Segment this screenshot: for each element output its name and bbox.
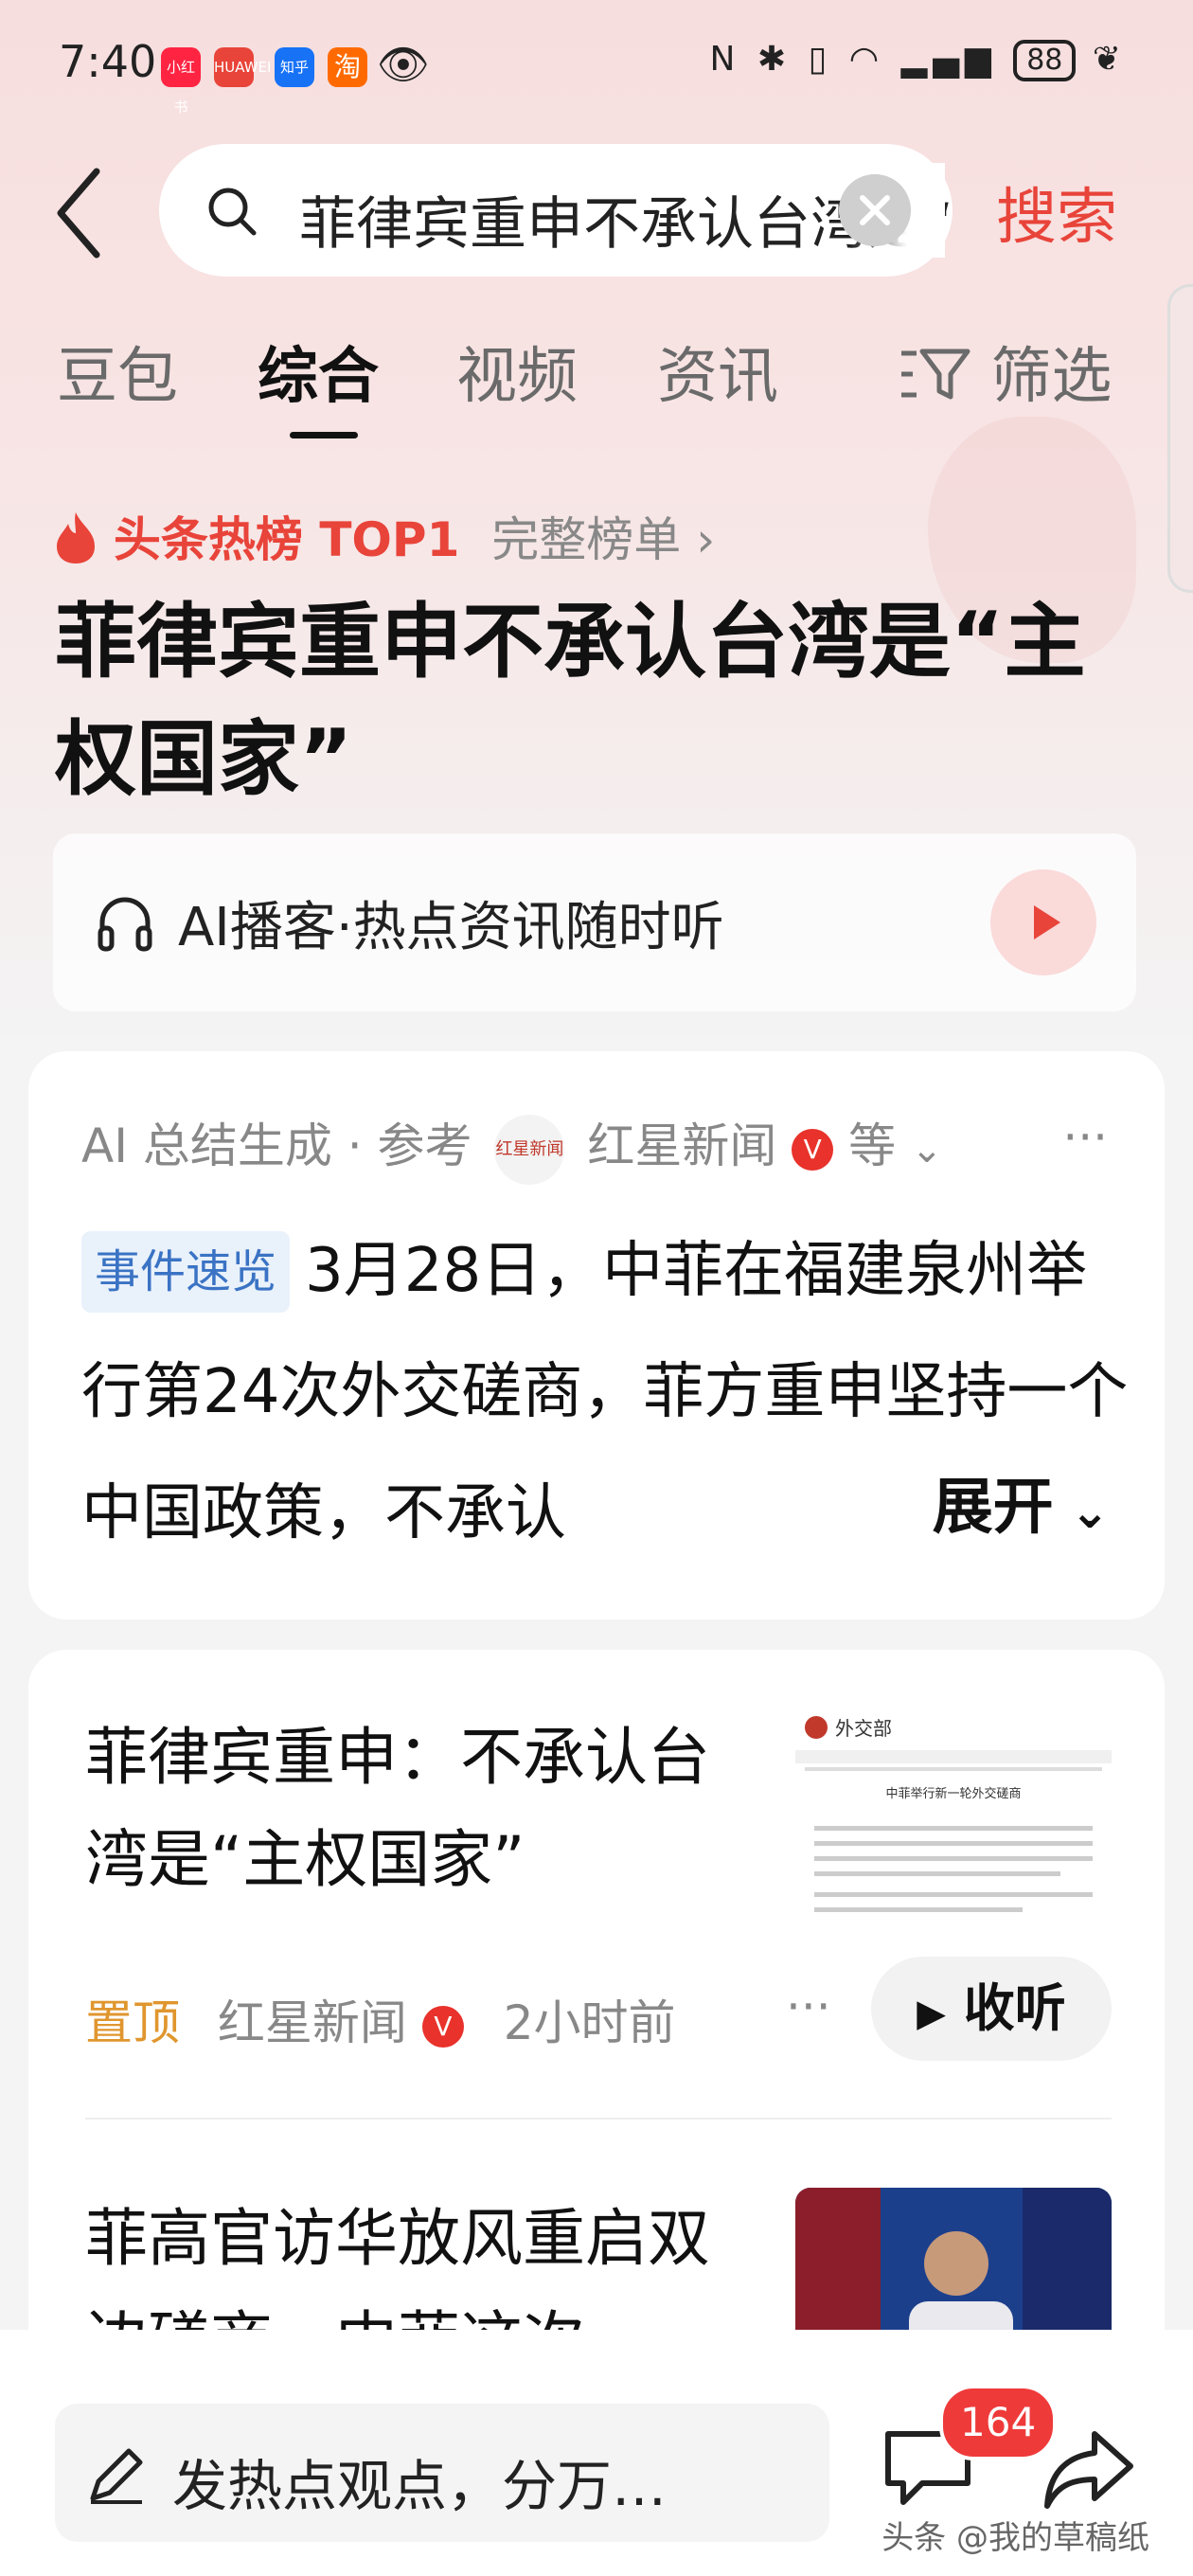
zhihu-app-icon: 知乎 [275, 47, 314, 87]
verified-badge-icon: V [792, 1128, 834, 1171]
clock: 7:40 [59, 36, 157, 87]
xiaohongshu-app-icon: 小红书 [161, 47, 201, 116]
hot-rank-tag: 头条热榜 TOP1 [113, 512, 460, 567]
clear-search-icon[interactable] [839, 174, 911, 246]
comment-count-badge: 164 [939, 2385, 1058, 2460]
status-icons: N ✱ ▯ ◠ ▂▄▆ 88 ❦ [710, 40, 1127, 81]
search-box[interactable]: 菲律宾重申不承认台湾是“主权国家” [159, 144, 953, 277]
huawei-app-icon: HUAWEI [214, 47, 271, 87]
source-logo: 红星新闻 [494, 1114, 565, 1185]
tab-video[interactable]: 视频 [456, 328, 578, 415]
wifi-icon: ◠ [848, 40, 885, 79]
svg-text:外交部: 外交部 [835, 1717, 892, 1740]
bluetooth-icon: ✱ [757, 40, 792, 79]
search-button[interactable]: 搜索 [996, 169, 1117, 256]
full-list-link[interactable]: 完整榜单 [491, 512, 681, 567]
verified-badge-icon: V [421, 2005, 464, 2048]
filter-label: 筛选 [990, 342, 1113, 412]
source-suffix: 等 [848, 1118, 897, 1173]
news-thumbnail[interactable]: 外交部 中菲举行新一轮外交磋商 [795, 1707, 1112, 1934]
divider [85, 2118, 1112, 2120]
ai-podcast-bar[interactable]: AI播客·热点资讯随时听 [53, 833, 1136, 1011]
filter-button[interactable]: 筛选 [899, 328, 1112, 415]
watermark: 头条 @我的草稿纸 [881, 2519, 1149, 2557]
chevron-right-icon: › [696, 512, 716, 567]
signal-icon: ▂▄▆ [900, 40, 997, 79]
news-meta: 置顶 红星新闻 V 2小时前 [85, 1985, 676, 2053]
listen-label: 收听 [963, 1978, 1066, 2038]
tab-news[interactable]: 资讯 [657, 328, 778, 415]
play-icon: ▶ [917, 1992, 946, 2035]
pen-icon [90, 2448, 143, 2504]
page-title: 菲律宾重申不承认台湾是“主权国家” [55, 595, 1086, 807]
comment-placeholder: 发热点观点，分万… [172, 2454, 668, 2518]
search-icon [208, 188, 257, 236]
play-icon[interactable] [990, 869, 1096, 975]
leaf-icon: ❦ [1092, 40, 1127, 79]
ai-summary-prefix: AI 总结生成 · 参考 [81, 1118, 472, 1173]
tab-doubao[interactable]: 豆包 [57, 328, 178, 415]
news-source[interactable]: 红星新闻 [218, 1995, 407, 2050]
more-options-icon[interactable]: ··· [786, 1979, 831, 2034]
event-summary-tag: 事件速览 [81, 1231, 291, 1313]
nfc-icon: N [709, 40, 741, 79]
listen-button[interactable]: ▶ 收听 [871, 1957, 1112, 2061]
vibrate-icon: ▯ [808, 40, 833, 79]
chevron-down-icon: ⌄ [1053, 1484, 1110, 1539]
news-title[interactable]: 菲律宾重申：不承认台湾是“主权国家” [85, 1707, 767, 1911]
flame-icon [57, 512, 95, 564]
headphones-icon [98, 897, 152, 952]
more-options-icon[interactable]: ··· [1062, 1110, 1108, 1165]
news-time: 2小时前 [503, 1995, 676, 2050]
expand-button[interactable]: 展开 ⌄ [846, 1458, 1110, 1546]
tab-general[interactable]: 综合 [258, 328, 379, 415]
pinned-label: 置顶 [85, 1995, 180, 2050]
ai-summary-header: AI 总结生成 · 参考 红星新闻 红星新闻 V 等 ⌄ [81, 1108, 943, 1185]
chevron-down-icon[interactable]: ⌄ [911, 1128, 943, 1172]
hot-list-row[interactable]: 头条热榜 TOP1 完整榜单 › [53, 502, 715, 570]
share-icon[interactable] [1042, 2426, 1136, 2512]
side-drawer-handle[interactable] [1167, 284, 1193, 593]
ai-summary-card: AI 总结生成 · 参考 红星新闻 红星新闻 V 等 ⌄ ··· 事件速览 3月2… [28, 1051, 1165, 1619]
active-tab-indicator [290, 432, 358, 438]
source-name[interactable]: 红星新闻 [587, 1118, 776, 1173]
thumbnail-heading: 中菲举行新一轮外交磋商 [885, 1786, 1021, 1801]
expand-label: 展开 [932, 1473, 1054, 1543]
status-bar: 7:40 小红书 HUAWEI 知乎 淘 👁 N ✱ ▯ ◠ ▂▄▆ 88 ❦ [0, 0, 1193, 142]
comment-input[interactable]: 发热点观点，分万… [55, 2404, 829, 2542]
back-arrow-icon[interactable] [55, 166, 102, 260]
filter-icon [901, 349, 970, 400]
battery-icon: 88 [1013, 40, 1077, 81]
podcast-label: AI播客·热点资讯随时听 [178, 897, 724, 958]
taobao-app-icon: 淘 [328, 47, 367, 87]
news-list-card: 菲律宾重申：不承认台湾是“主权国家” 外交部 中菲举行新一轮外交磋商 置顶 红星… [28, 1650, 1165, 2377]
eye-icon: 👁 [377, 41, 430, 89]
